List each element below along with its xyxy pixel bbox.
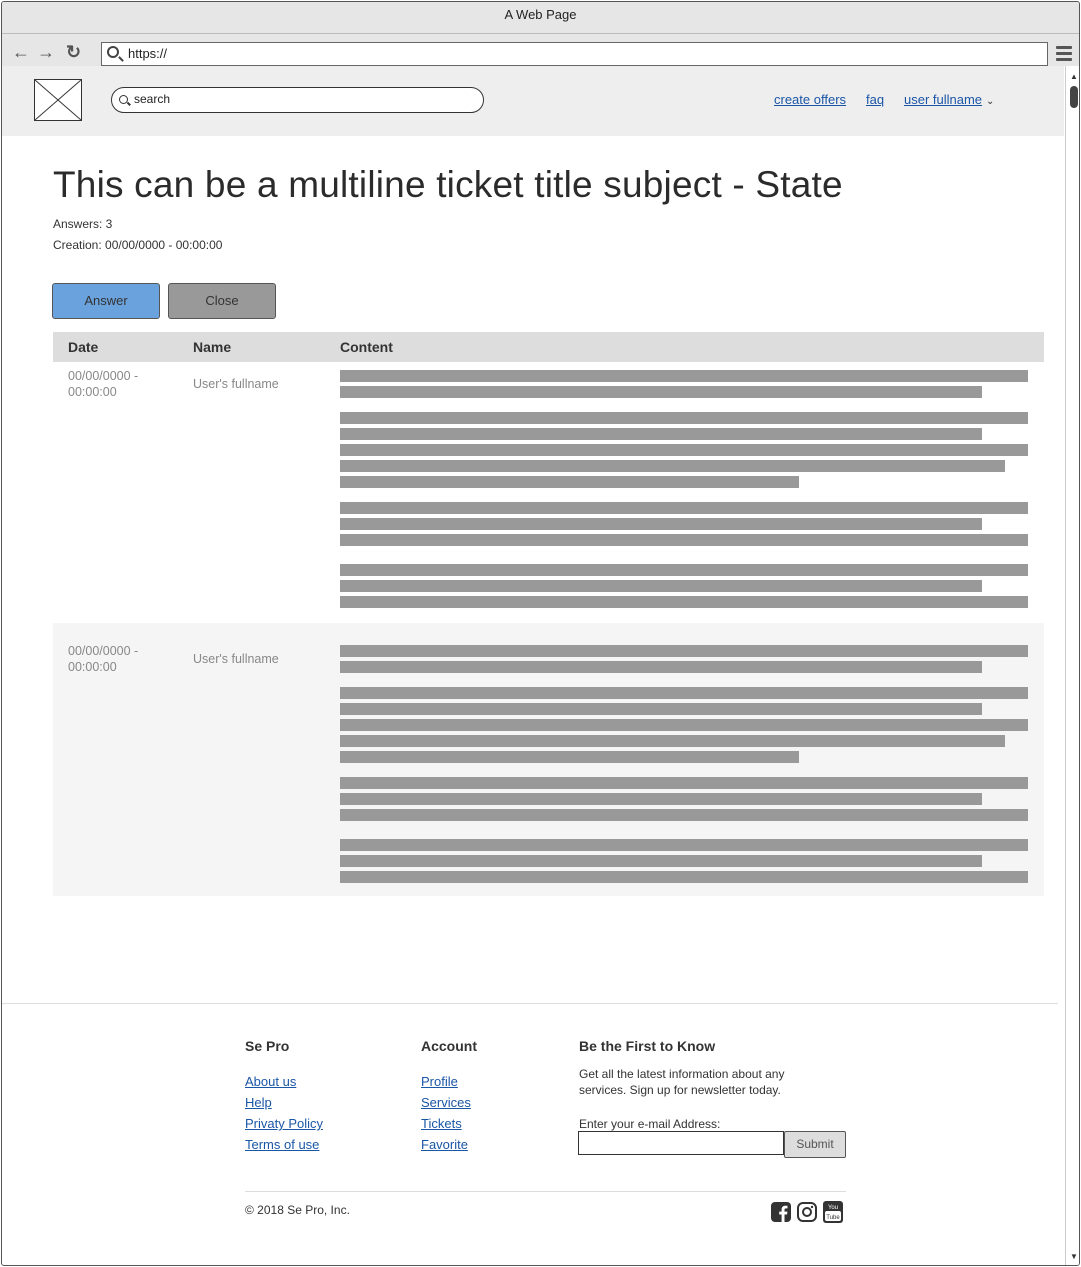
- row-name: User's fullname: [193, 652, 279, 666]
- footer-col1-title: Se Pro: [245, 1038, 290, 1054]
- user-fullname-label: user fullname: [904, 92, 983, 107]
- text-placeholder-line: [340, 370, 1028, 382]
- answers-count: Answers: 3: [53, 217, 113, 231]
- image-placeholder-icon: [34, 79, 82, 121]
- row-name: User's fullname: [193, 377, 279, 391]
- text-placeholder-line: [340, 793, 982, 805]
- row-date: 00/00/0000 - 00:00:00: [68, 368, 138, 400]
- chevron-down-icon: ⌄: [986, 96, 995, 107]
- footer-divider: [2, 1003, 1058, 1004]
- row-date-line1: 00/00/0000 -: [68, 369, 139, 383]
- text-placeholder-line: [340, 751, 799, 763]
- text-placeholder-line: [340, 386, 982, 398]
- table-header: Date Name Content: [53, 332, 1044, 362]
- site-header: search create offers faq user fullname ⌄: [2, 66, 1064, 136]
- window-title: A Web Page: [2, 2, 1079, 34]
- creation-date: Creation: 00/00/0000 - 00:00:00: [53, 238, 223, 252]
- back-arrow-icon[interactable]: ←: [12, 43, 30, 61]
- column-header-date: Date: [68, 339, 99, 355]
- text-placeholder-line: [340, 596, 1028, 608]
- about-us-link[interactable]: About us: [245, 1074, 296, 1089]
- hamburger-menu-icon[interactable]: [1056, 46, 1072, 64]
- help-link[interactable]: Help: [245, 1095, 272, 1110]
- table-row: 00/00/0000 - 00:00:00 User's fullname: [53, 362, 1044, 614]
- text-placeholder-line: [340, 703, 982, 715]
- scroll-down-icon[interactable]: ▼: [1070, 1252, 1078, 1261]
- forward-arrow-icon[interactable]: →: [37, 43, 55, 61]
- text-placeholder-line: [340, 661, 982, 673]
- newsletter-text-line1: Get all the latest information about any: [579, 1067, 785, 1081]
- text-placeholder-line: [340, 777, 1028, 789]
- privacy-policy-link[interactable]: Privaty Policy: [245, 1116, 323, 1131]
- reload-icon[interactable]: ↻: [66, 43, 81, 61]
- column-header-name: Name: [193, 339, 232, 355]
- svg-text:Tube: Tube: [826, 1215, 840, 1221]
- text-placeholder-line: [340, 809, 1028, 821]
- text-placeholder-line: [340, 534, 1028, 546]
- row-date-line2: 00:00:00: [68, 385, 117, 399]
- favorite-link[interactable]: Favorite: [421, 1137, 468, 1152]
- row-date-line2: 00:00:00: [68, 660, 117, 674]
- text-placeholder-line: [340, 735, 1005, 747]
- table-row: 00/00/0000 - 00:00:00 User's fullname: [53, 623, 1044, 896]
- footer-separator: [245, 1191, 846, 1192]
- answer-button[interactable]: Answer: [52, 283, 160, 319]
- text-placeholder-line: [340, 412, 1028, 424]
- facebook-icon[interactable]: [771, 1201, 791, 1223]
- text-placeholder-line: [340, 476, 799, 488]
- search-input[interactable]: search: [111, 87, 484, 113]
- instagram-icon[interactable]: [797, 1201, 817, 1223]
- text-placeholder-line: [340, 645, 1028, 657]
- column-header-content: Content: [340, 339, 393, 355]
- search-icon: [119, 95, 128, 104]
- text-placeholder-line: [340, 502, 1028, 514]
- close-button[interactable]: Close: [168, 283, 276, 319]
- url-input[interactable]: https://: [101, 42, 1048, 66]
- user-menu-link[interactable]: user fullname ⌄: [904, 92, 994, 107]
- submit-button[interactable]: Submit: [784, 1131, 846, 1158]
- svg-text:You: You: [828, 1205, 838, 1211]
- scroll-up-icon[interactable]: ▲: [1070, 72, 1078, 81]
- text-placeholder-line: [340, 871, 1028, 883]
- row-date-line1: 00/00/0000 -: [68, 644, 139, 658]
- terms-of-use-link[interactable]: Terms of use: [245, 1137, 319, 1152]
- text-placeholder-line: [340, 444, 1028, 456]
- copyright-text: © 2018 Se Pro, Inc.: [245, 1203, 350, 1217]
- scrollbar[interactable]: ▲ ▼: [1065, 66, 1079, 1265]
- email-field[interactable]: [578, 1131, 784, 1155]
- text-placeholder-line: [340, 564, 1028, 576]
- faq-link[interactable]: faq: [866, 92, 884, 107]
- browser-window: A Web Page ← → ↻ https:// ▲ ▼ search cre…: [1, 1, 1080, 1266]
- url-text: https://: [128, 46, 168, 61]
- row-date: 00/00/0000 - 00:00:00: [68, 643, 138, 675]
- services-link[interactable]: Services: [421, 1095, 471, 1110]
- text-placeholder-line: [340, 580, 982, 592]
- scrollbar-thumb[interactable]: [1070, 86, 1078, 108]
- text-placeholder-line: [340, 460, 1005, 472]
- text-placeholder-line: [340, 719, 1028, 731]
- youtube-icon[interactable]: You Tube: [823, 1201, 843, 1223]
- address-bar: ← → ↻ https://: [2, 34, 1079, 66]
- text-placeholder-line: [340, 855, 982, 867]
- page-title: This can be a multiline ticket title sub…: [53, 164, 843, 205]
- text-placeholder-line: [340, 687, 1028, 699]
- newsletter-text: Get all the latest information about any…: [579, 1066, 784, 1098]
- search-icon: [107, 46, 119, 58]
- text-placeholder-line: [340, 428, 982, 440]
- profile-link[interactable]: Profile: [421, 1074, 458, 1089]
- footer-col3-title: Be the First to Know: [579, 1038, 716, 1054]
- text-placeholder-line: [340, 839, 1028, 851]
- search-placeholder: search: [134, 92, 171, 106]
- newsletter-text-line2: services. Sign up for newsletter today.: [579, 1083, 781, 1097]
- logo-placeholder-image[interactable]: [34, 79, 82, 121]
- email-label: Enter your e-mail Address:: [579, 1117, 721, 1131]
- tickets-link[interactable]: Tickets: [421, 1116, 462, 1131]
- text-placeholder-line: [340, 518, 982, 530]
- footer-col2-title: Account: [421, 1038, 477, 1054]
- create-offers-link[interactable]: create offers: [774, 92, 846, 107]
